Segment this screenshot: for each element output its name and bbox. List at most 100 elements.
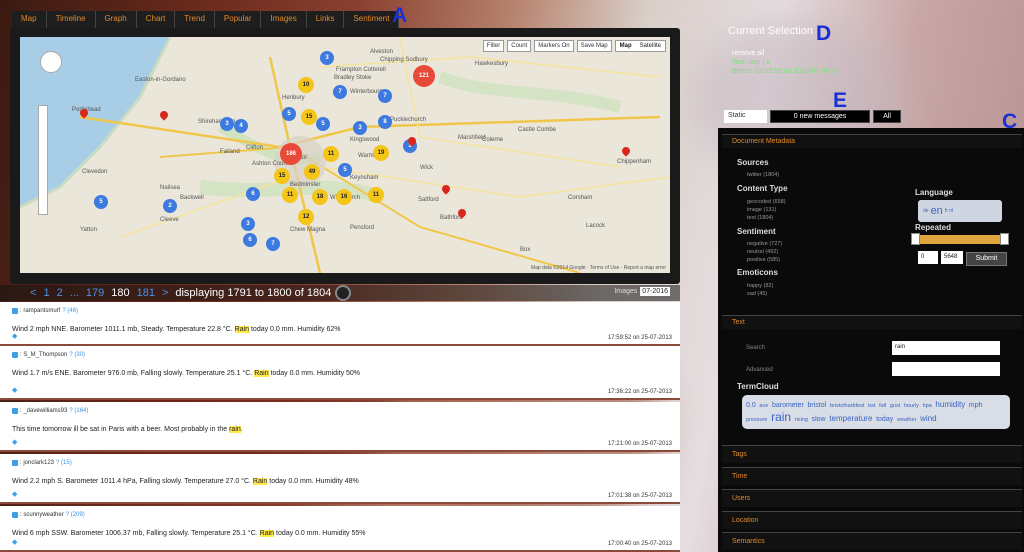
map-cluster-blue[interactable]: 7: [378, 89, 392, 103]
map-markers-button[interactable]: Markers On: [534, 40, 574, 52]
all-button[interactable]: All: [873, 110, 901, 123]
termcloud-word[interactable]: wind: [920, 414, 936, 423]
pager-page[interactable]: 2: [57, 287, 63, 299]
map-cluster-yel[interactable]: 10: [298, 77, 314, 93]
pager-next[interactable]: >: [162, 287, 168, 299]
map-type-satellite[interactable]: Satellite: [636, 41, 665, 51]
termcloud-word[interactable]: weather: [897, 417, 917, 423]
map-cluster-red[interactable]: 121: [413, 65, 435, 87]
termcloud-word[interactable]: hpa: [923, 403, 932, 409]
remove-all-link[interactable]: remove all: [730, 49, 841, 58]
advanced-input[interactable]: [892, 362, 1000, 376]
map-cluster-blue[interactable]: 5: [282, 107, 296, 121]
tweet-retweets[interactable]: ? (30): [69, 352, 85, 358]
map-cluster-blue[interactable]: 4: [234, 119, 248, 133]
section-semantics[interactable]: Semantics: [722, 532, 1022, 550]
map-cluster-blue[interactable]: 3: [241, 217, 255, 231]
tag-icon[interactable]: ◆: [12, 438, 17, 446]
map-cluster-blue[interactable]: 5: [338, 163, 352, 177]
facet-item[interactable]: sad (45): [747, 290, 773, 298]
section-location[interactable]: Location: [722, 511, 1022, 529]
selection-text-term[interactable]: Text: rain | x: [730, 58, 841, 67]
map-canvas[interactable]: Filter Count Markers On Save Map Map Sat…: [20, 37, 670, 273]
termcloud-word[interactable]: bristol: [808, 402, 827, 409]
tab-trend[interactable]: Trend: [175, 11, 215, 28]
map-cluster-blue[interactable]: 7: [333, 85, 347, 99]
section-time[interactable]: Time: [722, 467, 1022, 485]
tab-images[interactable]: Images: [261, 11, 307, 28]
map-cluster-blue[interactable]: 3: [353, 121, 367, 135]
map-cluster-yel[interactable]: 18: [312, 189, 328, 205]
termcloud-word[interactable]: temperature: [829, 414, 872, 423]
tweet-item[interactable]: : rampantsmurf? (46) Wind 2 mph NNE. Bar…: [0, 302, 680, 346]
map-filter-button[interactable]: Filter: [482, 40, 505, 52]
facet-item[interactable]: negative (727): [747, 240, 782, 248]
map-cluster-blue[interactable]: 3: [220, 117, 234, 131]
tab-chart[interactable]: Chart: [136, 11, 176, 28]
tweet-item[interactable]: : _davewilliams93? (164) This time tomor…: [0, 402, 680, 452]
slider-handle-max[interactable]: [1000, 233, 1009, 245]
tweet-username[interactable]: : S_M_Thompson: [20, 352, 67, 358]
termcloud-word[interactable]: bst: [868, 403, 875, 409]
save-map-button[interactable]: Save Map: [576, 40, 612, 52]
language-item[interactable]: fr nl: [945, 208, 953, 214]
tweet-username[interactable]: : rampantsmurf: [20, 308, 60, 314]
facet-item[interactable]: neutral (492): [747, 248, 782, 256]
map-cluster-blue[interactable]: 3: [320, 51, 334, 65]
map-count-button[interactable]: Count: [507, 40, 532, 52]
termcloud-word[interactable]: bristolharbfest: [830, 403, 865, 409]
tab-graph[interactable]: Graph: [95, 11, 137, 28]
map-cluster-yel[interactable]: 16: [336, 189, 352, 205]
tab-timeline[interactable]: Timeline: [46, 11, 96, 28]
termcloud-word[interactable]: fall: [879, 403, 886, 409]
termcloud-word[interactable]: ave: [759, 403, 768, 409]
termcloud-word[interactable]: today: [876, 416, 893, 423]
pager-page[interactable]: 181: [137, 287, 155, 299]
map-cluster-blue[interactable]: 2: [163, 199, 177, 213]
map-cluster-yel[interactable]: 11: [282, 187, 298, 203]
tweet-item[interactable]: : scunnyweather? (209) Wind 6 mph SSW. B…: [0, 506, 680, 552]
map-cluster-yel[interactable]: 11: [368, 187, 384, 203]
tag-icon[interactable]: ◆: [12, 490, 17, 498]
tweet-username[interactable]: : scunnyweather: [20, 512, 64, 518]
termcloud-word[interactable]: mph: [969, 402, 983, 409]
section-users[interactable]: Users: [722, 489, 1022, 507]
termcloud-word[interactable]: slow: [812, 416, 826, 423]
tag-icon[interactable]: ◆: [12, 538, 17, 546]
termcloud-word[interactable]: pressure: [746, 417, 767, 423]
tag-icon[interactable]: ◆: [12, 332, 17, 340]
map-cluster-yel[interactable]: 12: [298, 209, 314, 225]
tweet-retweets[interactable]: ? (209): [66, 512, 85, 518]
repeated-max-input[interactable]: 5648: [941, 251, 963, 264]
tab-map[interactable]: Map: [12, 11, 47, 28]
tab-links[interactable]: Links: [306, 11, 345, 28]
facet-item[interactable]: twitter (1804): [747, 171, 779, 179]
selection-before-term[interactable]: Before 22:05:52 on 2013-07-30 | x: [730, 67, 841, 76]
map-cluster-blue[interactable]: 6: [246, 187, 260, 201]
termcloud-word[interactable]: hourly: [904, 403, 919, 409]
collapse-map-button[interactable]: [335, 285, 351, 301]
map-cluster-yel[interactable]: 11: [323, 146, 339, 162]
termcloud-word[interactable]: rain: [771, 410, 791, 424]
termcloud-word[interactable]: barometer: [772, 402, 804, 409]
section-text[interactable]: Text: [722, 315, 1022, 329]
tag-icon[interactable]: ◆: [12, 386, 17, 394]
pager-page[interactable]: 1: [43, 287, 49, 299]
map-cluster-red[interactable]: 186: [280, 143, 302, 165]
images-date-select[interactable]: 07-2016: [640, 287, 670, 296]
map-cluster-blue[interactable]: 7: [266, 237, 280, 251]
facet-item[interactable]: image (131): [747, 206, 786, 214]
tab-popular[interactable]: Popular: [214, 11, 262, 28]
facet-item[interactable]: happy (82): [747, 282, 773, 290]
map-cluster-blue[interactable]: 5: [316, 117, 330, 131]
tweet-item[interactable]: : jonclark123? (15) Wind 2.2 mph S. Baro…: [0, 454, 680, 504]
facet-item[interactable]: positive (585): [747, 256, 782, 264]
facet-item[interactable]: text (1804): [747, 214, 786, 222]
map-cluster-blue[interactable]: 5: [94, 195, 108, 209]
submit-button[interactable]: Submit: [966, 252, 1007, 266]
map-cluster-yel[interactable]: 19: [373, 145, 389, 161]
slider-handle-min[interactable]: [911, 233, 920, 245]
section-document-metadata[interactable]: Document Metadata: [722, 134, 1022, 148]
language-item[interactable]: de: [923, 208, 929, 214]
tweet-username[interactable]: : jonclark123: [20, 460, 54, 466]
